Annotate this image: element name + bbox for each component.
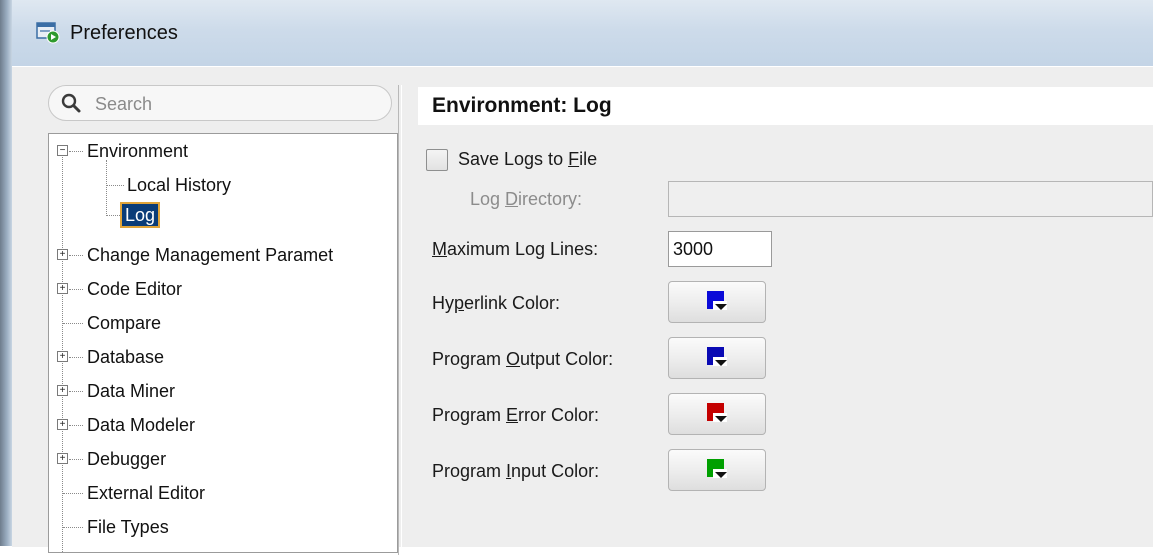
- label-text: Program: [432, 461, 507, 481]
- mnemonic: E: [506, 405, 519, 425]
- tree-item-label: Environment: [87, 141, 189, 161]
- tree-connector: [106, 215, 120, 216]
- mnemonic: p: [454, 293, 465, 313]
- tree-connector: [69, 459, 83, 460]
- save-logs-label[interactable]: Save Logs to File: [458, 149, 597, 170]
- label-text: utput Color:: [520, 349, 614, 369]
- dropdown-arrow-icon: [715, 360, 727, 366]
- window-title: Preferences: [70, 22, 178, 44]
- label-text: ile: [579, 149, 598, 169]
- tree-item-label: File Types: [87, 517, 169, 537]
- page-title: Environment: Log: [432, 94, 612, 117]
- tree-connector: [106, 185, 124, 186]
- expand-icon[interactable]: +: [57, 249, 68, 260]
- hyperlink-color-button[interactable]: [668, 281, 766, 323]
- tree-connector: [69, 391, 83, 392]
- search-box[interactable]: [48, 85, 392, 121]
- max-log-lines-label: Maximum Log Lines:: [432, 239, 598, 260]
- log-directory-label: Log Directory:: [470, 189, 582, 210]
- tree-item-data-miner[interactable]: + Data Miner: [49, 378, 397, 404]
- error-color-label: Program Error Color:: [432, 405, 599, 426]
- tree-item-code-editor[interactable]: + Code Editor: [49, 276, 397, 302]
- label-text: Program: [432, 405, 507, 425]
- input-color-button[interactable]: [668, 449, 766, 491]
- window-frame-edge: [0, 0, 12, 546]
- tree-item-label: Compare: [87, 313, 162, 333]
- tree-connector: [63, 323, 83, 324]
- expand-icon[interactable]: +: [57, 419, 68, 430]
- tree-connector: [69, 255, 83, 256]
- log-directory-field: [668, 181, 1153, 217]
- tree-connector: [63, 493, 83, 494]
- tree-item-label: Local History: [127, 175, 232, 195]
- tree-connector: [63, 527, 83, 528]
- preferences-tree[interactable]: − Environment Local History Log + Change…: [48, 133, 398, 553]
- preferences-app-icon: [36, 22, 60, 44]
- tree-item-label: Code Editor: [87, 279, 183, 299]
- tree-item-label: Data Miner: [87, 381, 176, 401]
- expand-icon[interactable]: +: [57, 283, 68, 294]
- output-color-label: Program Output Color:: [432, 349, 613, 370]
- save-logs-checkbox[interactable]: [426, 149, 448, 171]
- label-text: Save Logs to: [458, 149, 569, 169]
- mnemonic: M: [432, 239, 447, 259]
- preferences-dialog-body: − Environment Local History Log + Change…: [12, 66, 1153, 555]
- label-text: nput Color:: [511, 461, 600, 481]
- expand-icon[interactable]: +: [57, 351, 68, 362]
- tree-item-label: Change Management Paramet: [87, 245, 334, 265]
- output-color-button[interactable]: [668, 337, 766, 379]
- label-text: Hy: [432, 293, 454, 313]
- dropdown-arrow-icon: [715, 472, 727, 478]
- expand-icon[interactable]: +: [57, 453, 68, 464]
- error-color-button[interactable]: [668, 393, 766, 435]
- expand-icon[interactable]: +: [57, 385, 68, 396]
- input-color-label: Program Input Color:: [432, 461, 599, 482]
- mnemonic: F: [568, 149, 580, 169]
- tree-item-label: Debugger: [87, 449, 167, 469]
- panel-header: Environment: Log: [418, 87, 1153, 125]
- tree-item-log[interactable]: Log: [49, 202, 397, 228]
- search-icon: [61, 93, 81, 113]
- tree-item-external-editor[interactable]: External Editor: [49, 480, 397, 506]
- dropdown-arrow-icon: [715, 304, 727, 310]
- collapse-icon[interactable]: −: [57, 145, 68, 156]
- tree-item-data-modeler[interactable]: + Data Modeler: [49, 412, 397, 438]
- tree-item-label-selected: Log: [120, 202, 161, 228]
- search-input[interactable]: [93, 91, 377, 117]
- label-text: irectory:: [518, 189, 583, 209]
- label-text: aximum Log Lines:: [447, 239, 599, 259]
- tree-item-change-management[interactable]: + Change Management Paramet: [49, 242, 397, 268]
- title-bar[interactable]: Preferences: [12, 0, 1153, 67]
- pane-splitter[interactable]: [398, 85, 402, 555]
- label-text: Program: [432, 349, 507, 369]
- tree-item-database[interactable]: + Database: [49, 344, 397, 370]
- tree-item-file-types[interactable]: File Types: [49, 514, 397, 540]
- tree-item-local-history[interactable]: Local History: [49, 172, 397, 198]
- mnemonic: D: [505, 189, 519, 209]
- tree-item-environment[interactable]: − Environment: [49, 138, 397, 164]
- tree-connector: [69, 289, 83, 290]
- label-text: rror Color:: [518, 405, 600, 425]
- dropdown-arrow-icon: [715, 416, 727, 422]
- label-text: Log: [470, 189, 506, 209]
- tree-item-label: Database: [87, 347, 165, 367]
- tree-item-debugger[interactable]: + Debugger: [49, 446, 397, 472]
- tree-connector: [69, 151, 83, 152]
- tree-item-label: Data Modeler: [87, 415, 196, 435]
- tree-connector: [69, 357, 83, 358]
- mnemonic: O: [506, 349, 521, 369]
- hyperlink-color-label: Hyperlink Color:: [432, 293, 560, 314]
- label-text: erlink Color:: [464, 293, 561, 313]
- tree-item-label: External Editor: [87, 483, 206, 503]
- tree-item-compare[interactable]: Compare: [49, 310, 397, 336]
- max-log-lines-field[interactable]: [668, 231, 772, 267]
- tree-connector: [69, 425, 83, 426]
